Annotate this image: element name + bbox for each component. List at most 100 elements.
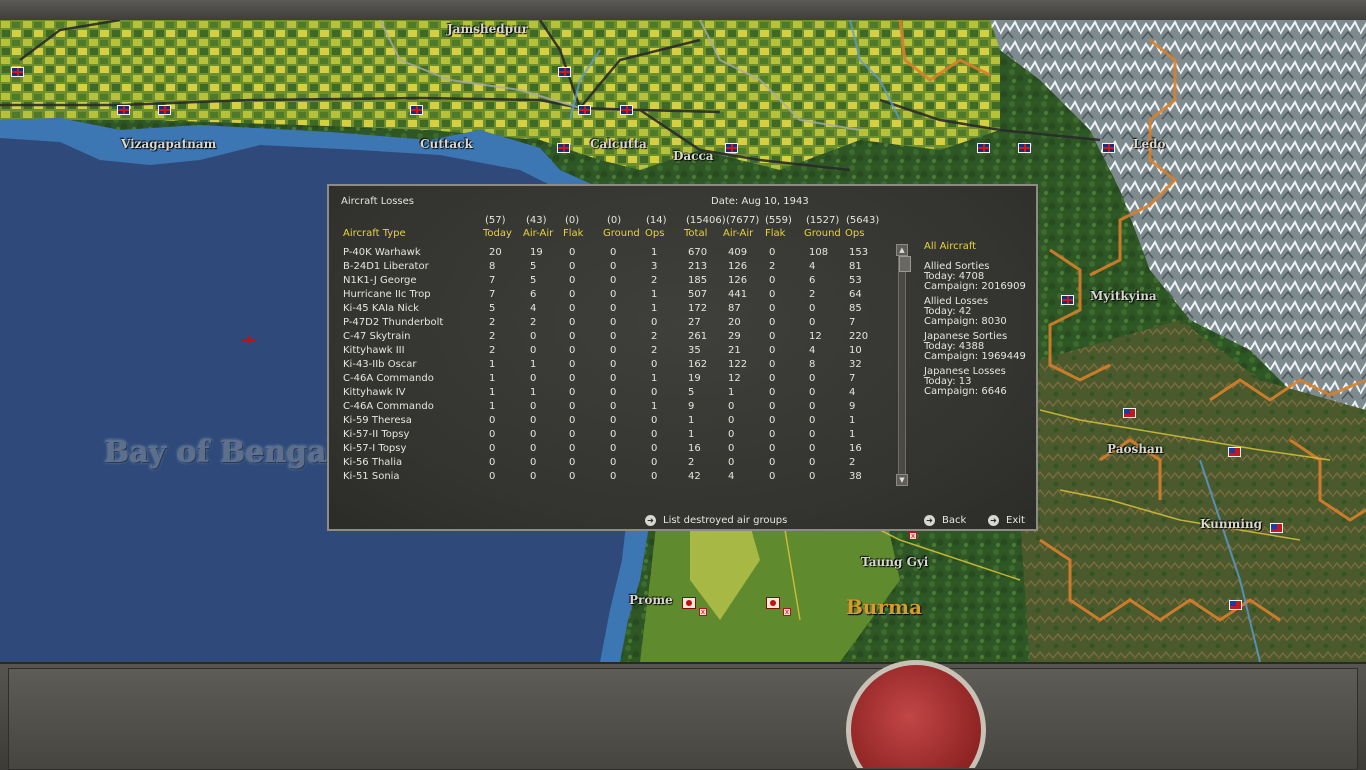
cell-ops: 0 (651, 415, 658, 426)
table-row[interactable]: C-47 Skytrain 2 0 0 0 2 261 29 0 12 220 (329, 330, 889, 344)
cell-campaign-flak: 0 (769, 443, 776, 454)
table-row[interactable]: N1K1-J George 7 5 0 0 2 185 126 0 6 53 (329, 274, 889, 288)
allied-losses-block: Allied Losses Today: 42 Campaign: 8030 (924, 297, 1034, 327)
cell-ground: 0 (610, 443, 617, 454)
header-flak[interactable]: Flak (563, 227, 583, 240)
cell-campaign-ops: 85 (849, 303, 862, 314)
allied-base-flag[interactable] (1018, 143, 1031, 153)
allied-base-flag[interactable] (620, 105, 633, 115)
table-row[interactable]: P-40K Warhawk 20 19 0 0 1 670 409 0 108 153 (329, 246, 889, 260)
cell-campaign-ground: 0 (809, 373, 816, 384)
cell-aircraft-type: Kittyhawk III (343, 345, 405, 356)
allied-base-flag[interactable] (977, 143, 990, 153)
cell-campaign-ops: 10 (849, 345, 862, 356)
cell-today: 0 (489, 415, 496, 426)
header-air-air[interactable]: Air-Air (523, 227, 553, 240)
cell-campaign-ground: 0 (809, 401, 816, 412)
cell-campaign-ops: 7 (849, 373, 856, 384)
cell-campaign-ops: 9 (849, 401, 856, 412)
allied-base-flag[interactable] (117, 105, 130, 115)
cell-aircraft-type: B-24D1 Liberator (343, 261, 429, 272)
allied-base-flag[interactable] (1102, 143, 1115, 153)
scroll-track[interactable] (898, 256, 911, 474)
table-row[interactable]: C-46A Commando 1 0 0 0 1 9 0 0 0 9 (329, 400, 889, 414)
cell-air-air: 0 (530, 457, 537, 468)
table-row[interactable]: Ki-43-IIb Oscar 1 1 0 0 0 162 122 0 8 32 (329, 358, 889, 372)
cell-campaign-air-air: 4 (728, 471, 735, 482)
header-today[interactable]: Today (483, 227, 512, 240)
scroll-up-arrow-icon[interactable]: ▲ (896, 244, 908, 256)
allied-base-flag[interactable] (1061, 295, 1074, 305)
header-campaign-ground[interactable]: Ground (804, 227, 841, 240)
scroll-thumb[interactable] (899, 256, 911, 272)
cell-flak: 0 (569, 303, 576, 314)
header-campaign-ops[interactable]: Ops (845, 227, 864, 240)
table-row[interactable]: C-46A Commando 1 0 0 0 1 19 12 0 0 7 (329, 372, 889, 386)
scroll-down-arrow-icon[interactable]: ▼ (896, 474, 908, 486)
cell-campaign-air-air: 0 (728, 457, 735, 468)
table-row[interactable]: Ki-56 Thalia 0 0 0 0 0 2 0 0 0 2 (329, 456, 889, 470)
table-row[interactable]: Kittyhawk III 2 0 0 0 2 35 21 0 4 10 (329, 344, 889, 358)
cell-air-air: 1 (530, 359, 537, 370)
japanese-unit-icon[interactable]: x (909, 532, 917, 540)
chinese-base-flag[interactable] (1229, 600, 1242, 610)
chinese-base-flag[interactable] (1228, 447, 1241, 457)
cell-ops: 1 (651, 247, 658, 258)
header-campaign-flak[interactable]: Flak (765, 227, 785, 240)
header-ground[interactable]: Ground (603, 227, 640, 240)
table-row[interactable]: Hurricane IIc Trop 7 6 0 0 1 507 441 0 2 64 (329, 288, 889, 302)
cell-total: 42 (688, 471, 701, 482)
allied-base-flag[interactable] (410, 105, 423, 115)
cell-ground: 0 (610, 373, 617, 384)
table-row[interactable]: Ki-57-I Topsy 0 0 0 0 0 16 0 0 0 16 (329, 442, 889, 456)
table-scrollbar[interactable]: ▲ ▼ (896, 244, 911, 486)
cell-air-air: 2 (530, 317, 537, 328)
cell-campaign-air-air: 12 (728, 373, 741, 384)
table-row[interactable]: Ki-45 KAIa Nick 5 4 0 0 1 172 87 0 0 85 (329, 302, 889, 316)
map-label-cuttack: Cuttack (420, 137, 473, 151)
allied-base-flag[interactable] (11, 67, 24, 77)
header-ops[interactable]: Ops (645, 227, 664, 240)
header-total[interactable]: Total (684, 227, 707, 240)
cell-campaign-ground: 4 (809, 345, 816, 356)
bottom-command-bar (0, 662, 1366, 770)
japanese-unit-icon[interactable]: x (699, 608, 707, 616)
allied-base-flag[interactable] (725, 143, 738, 153)
table-row[interactable]: B-24D1 Liberator 8 5 0 0 3 213 126 2 4 81 (329, 260, 889, 274)
japanese-base-flag[interactable] (682, 597, 696, 609)
cell-campaign-ops: 1 (849, 429, 856, 440)
cell-today: 2 (489, 317, 496, 328)
map-label-bay-of-bengal: Bay of Bengal (104, 435, 339, 470)
cell-aircraft-type: Ki-57-II Topsy (343, 429, 410, 440)
chinese-base-flag[interactable] (1270, 523, 1283, 533)
map-label-taung-gyi: Taung Gyi (861, 555, 929, 569)
exit-button[interactable]: ➜ Exit (988, 515, 1025, 526)
back-button[interactable]: ➜ Back (924, 515, 966, 526)
japanese-unit-icon[interactable]: x (783, 608, 791, 616)
header-row: Aircraft Type Today Air-Air Flak Ground … (329, 227, 889, 240)
table-row[interactable]: Kittyhawk IV 1 1 0 0 0 5 1 0 0 4 (329, 386, 889, 400)
cell-air-air: 4 (530, 303, 537, 314)
map-label-vizagapatnam: Vizagapatnam (121, 137, 217, 151)
allied-base-flag[interactable] (558, 67, 571, 77)
allied-base-flag[interactable] (578, 105, 591, 115)
totals-row: (57) (43) (0) (0) (14) (15406) (7677) (5… (329, 214, 889, 227)
allied-base-flag[interactable] (158, 105, 171, 115)
header-campaign-air-air[interactable]: Air-Air (723, 227, 753, 240)
list-destroyed-air-groups-button[interactable]: ➜ List destroyed air groups (645, 515, 787, 526)
map-label-dacca: Dacca (673, 149, 714, 163)
table-row[interactable]: Ki-59 Theresa 0 0 0 0 0 1 0 0 0 1 (329, 414, 889, 428)
allied-base-flag[interactable] (557, 143, 570, 153)
table-row[interactable]: Ki-57-II Topsy 0 0 0 0 0 1 0 0 0 1 (329, 428, 889, 442)
table-row[interactable]: P-47D2 Thunderbolt 2 2 0 0 0 27 20 0 0 7 (329, 316, 889, 330)
japanese-base-flag[interactable] (766, 597, 780, 609)
cell-air-air: 5 (530, 275, 537, 286)
aircraft-losses-table[interactable]: P-40K Warhawk 20 19 0 0 1 670 409 0 108 153 B-24D1 … (329, 246, 889, 486)
aircraft-losses-dialog: Aircraft Losses Date: Aug 10, 1943 (57) … (327, 184, 1038, 531)
seal-emblem[interactable] (846, 660, 986, 768)
header-aircraft-type[interactable]: Aircraft Type (343, 227, 406, 240)
table-row[interactable]: Ki-51 Sonia 0 0 0 0 0 42 4 0 0 38 (329, 470, 889, 484)
chinese-base-flag[interactable] (1123, 408, 1136, 418)
cell-campaign-air-air: 20 (728, 317, 741, 328)
cell-campaign-ops: 81 (849, 261, 862, 272)
